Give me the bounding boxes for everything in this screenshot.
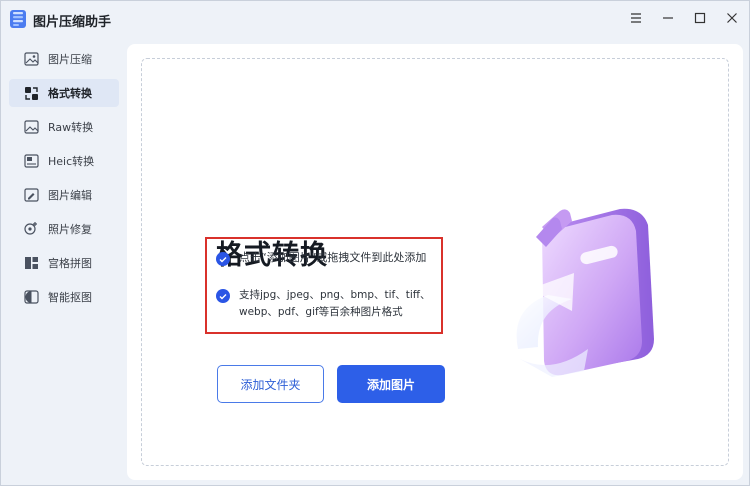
sidebar-item-format-convert[interactable]: 格式转换 bbox=[9, 79, 119, 107]
sidebar-item-raw-convert[interactable]: Raw转换 bbox=[9, 113, 119, 141]
format-convert-icon bbox=[23, 85, 39, 101]
smart-cutout-icon bbox=[23, 289, 39, 305]
image-compress-icon bbox=[23, 51, 39, 67]
maximize-icon[interactable] bbox=[689, 7, 711, 29]
sidebar: 图片压缩 格式转换 Raw转换 Heic转换 图片编辑 照片修复 宫格拼图 智能… bbox=[1, 37, 125, 486]
app-title: 图片压缩助手 bbox=[33, 15, 112, 30]
image-edit-icon bbox=[23, 187, 39, 203]
check-icon bbox=[216, 289, 230, 303]
format-convert-illustration bbox=[516, 208, 654, 377]
sidebar-item-label: 图片压缩 bbox=[48, 53, 92, 66]
app-window: 图片压缩助手 图片压缩 格式转换 Raw转换 Heic转换 图片编辑 照片修复 … bbox=[0, 0, 750, 486]
check-icon bbox=[216, 252, 230, 266]
add-folder-button[interactable]: 添加文件夹 bbox=[217, 365, 324, 403]
title-bar: 图片压缩助手 bbox=[1, 1, 749, 37]
sidebar-item-label: 图片编辑 bbox=[48, 189, 92, 202]
feature-text: 点击“添加图片”或拖拽文件到此处添加 bbox=[239, 251, 427, 264]
photo-repair-icon bbox=[23, 221, 39, 237]
feature-text: 支持jpg、jpeg、png、bmp、tif、tiff、webp、pdf、gif… bbox=[239, 289, 431, 318]
main-panel: 格式转换 点击“添加图片”或拖拽文件到此处添加 支持jpg、jpeg、png、b… bbox=[127, 44, 743, 480]
menu-icon[interactable] bbox=[625, 7, 647, 29]
heic-image-icon bbox=[23, 153, 39, 169]
sidebar-item-grid-collage[interactable]: 宫格拼图 bbox=[9, 249, 119, 277]
sidebar-item-heic-convert[interactable]: Heic转换 bbox=[9, 147, 119, 175]
sidebar-item-image-compress[interactable]: 图片压缩 bbox=[9, 45, 119, 73]
sidebar-item-label: 宫格拼图 bbox=[48, 257, 92, 270]
sidebar-item-label: 格式转换 bbox=[48, 87, 92, 100]
feature-item: 支持jpg、jpeg、png、bmp、tif、tiff、webp、pdf、gif… bbox=[216, 287, 440, 321]
sidebar-item-label: 照片修复 bbox=[48, 223, 92, 236]
sidebar-item-label: Heic转换 bbox=[48, 155, 95, 168]
sidebar-item-image-edit[interactable]: 图片编辑 bbox=[9, 181, 119, 209]
feature-item: 点击“添加图片”或拖拽文件到此处添加 bbox=[216, 250, 446, 266]
add-image-button[interactable]: 添加图片 bbox=[337, 365, 445, 403]
app-logo-icon bbox=[10, 10, 26, 28]
grid-collage-icon bbox=[23, 255, 39, 271]
sidebar-item-smart-cutout[interactable]: 智能抠图 bbox=[9, 283, 119, 311]
minimize-icon[interactable] bbox=[657, 7, 679, 29]
drop-zone[interactable]: 格式转换 点击“添加图片”或拖拽文件到此处添加 支持jpg、jpeg、png、b… bbox=[141, 58, 729, 466]
window-controls bbox=[625, 7, 743, 29]
sidebar-item-photo-repair[interactable]: 照片修复 bbox=[9, 215, 119, 243]
sidebar-item-label: Raw转换 bbox=[48, 121, 94, 134]
sidebar-item-label: 智能抠图 bbox=[48, 291, 92, 304]
raw-image-icon bbox=[23, 119, 39, 135]
close-icon[interactable] bbox=[721, 7, 743, 29]
